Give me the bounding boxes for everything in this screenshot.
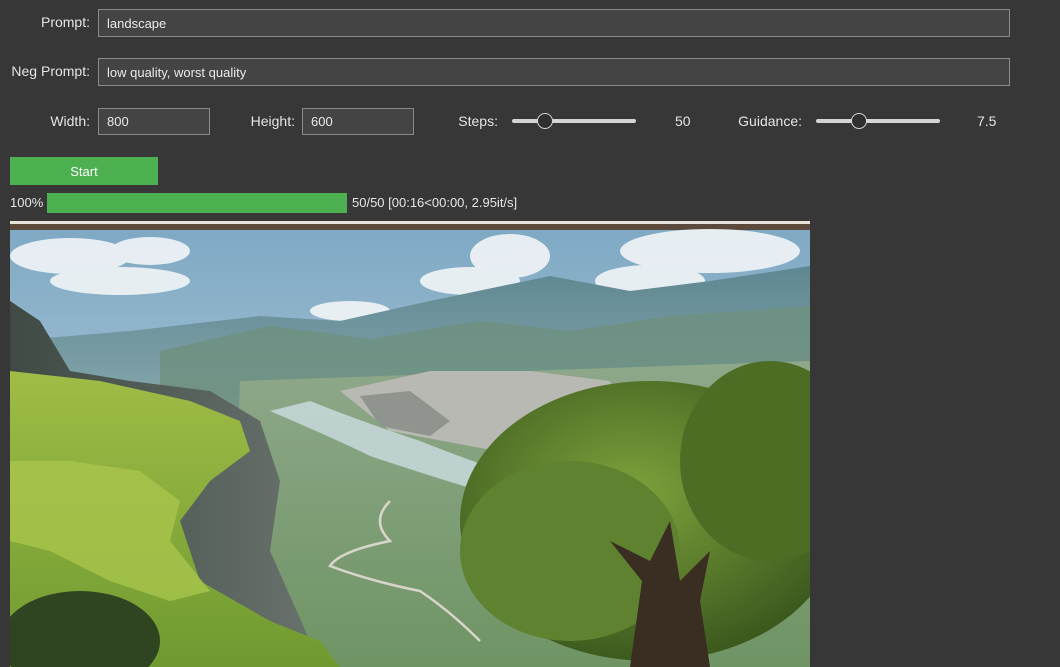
progress-percent: 100% — [10, 195, 44, 210]
width-input[interactable] — [98, 108, 210, 135]
guidance-label: Guidance: — [738, 113, 802, 129]
start-button[interactable]: Start — [10, 157, 158, 185]
progress-bar-fill — [47, 193, 347, 213]
steps-slider-thumb[interactable] — [537, 113, 554, 129]
height-input[interactable] — [302, 108, 414, 135]
progress-bar — [47, 193, 347, 213]
guidance-value: 7.5 — [977, 113, 997, 129]
guidance-slider-track — [816, 119, 940, 123]
guidance-slider[interactable] — [816, 111, 940, 131]
neg-prompt-label: Neg Prompt: — [11, 63, 90, 79]
prompt-label: Prompt: — [40, 14, 90, 30]
steps-slider-track — [512, 119, 636, 123]
prompt-input[interactable] — [98, 9, 1010, 37]
steps-value: 50 — [675, 113, 691, 129]
generated-image — [10, 221, 810, 667]
steps-slider[interactable] — [512, 111, 636, 131]
guidance-slider-thumb[interactable] — [851, 113, 868, 129]
progress-status: 50/50 [00:16<00:00, 2.95it/s] — [352, 195, 518, 210]
width-label: Width: — [50, 113, 90, 129]
neg-prompt-input[interactable] — [98, 58, 1010, 86]
height-label: Height: — [250, 113, 295, 129]
steps-label: Steps: — [458, 113, 498, 129]
